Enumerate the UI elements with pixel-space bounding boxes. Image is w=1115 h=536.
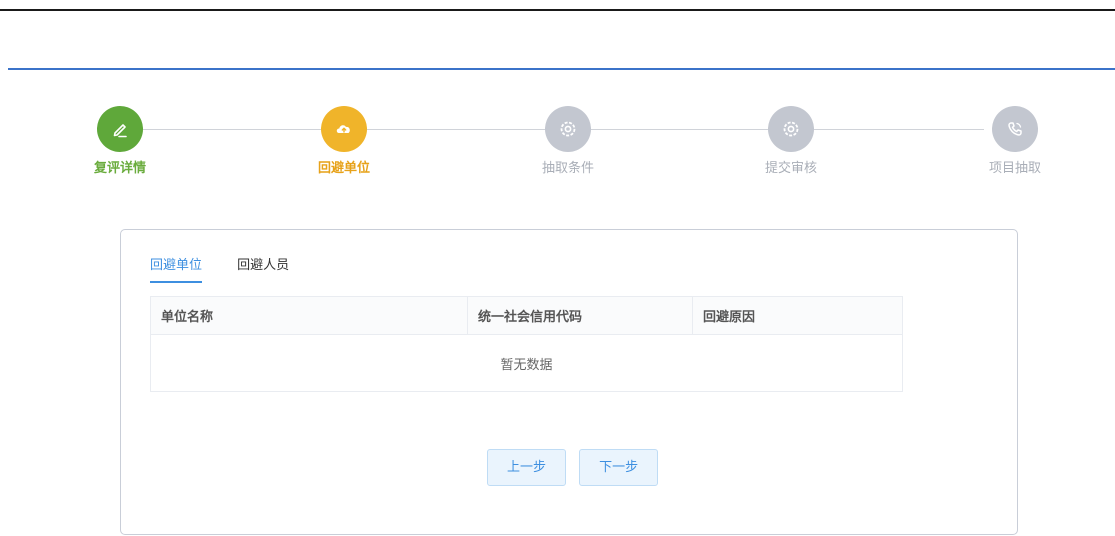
column-avoid-reason[interactable]: 回避原因 [692, 296, 903, 335]
header-divider [8, 68, 1115, 70]
step-label-3: 抽取条件 [541, 161, 594, 176]
gear-icon [560, 121, 576, 137]
tab-avoid-persons[interactable]: 回避人员 [237, 254, 289, 281]
table-empty-row: 暂无数据 [151, 335, 903, 392]
prev-step-button[interactable]: 上一步 [487, 449, 566, 486]
step-progress: 复评详情 回避单位 抽取条件 提交审核 项目抽取 [0, 106, 1115, 186]
step-project-extraction[interactable]: 项目抽取 [955, 106, 1075, 178]
step-circle-1 [97, 106, 143, 152]
step-circle-5 [992, 106, 1038, 152]
step-circle-2 [321, 106, 367, 152]
table-header-row: 单位名称 统一社会信用代码 回避原因 [150, 296, 903, 335]
column-unit-name[interactable]: 单位名称 [150, 296, 468, 335]
step-circle-4 [768, 106, 814, 152]
step-circle-3 [545, 106, 591, 152]
empty-data-text: 暂无数据 [500, 357, 553, 373]
step-label-2: 回避单位 [317, 161, 370, 176]
step-review-details[interactable]: 复评详情 [60, 106, 180, 178]
step-label-5: 项目抽取 [988, 161, 1041, 176]
tab-bar: 回避单位 回避人员 [150, 254, 319, 284]
pencil-icon [113, 124, 127, 138]
phone-icon [1008, 122, 1022, 136]
button-row: 上一步 下一步 [487, 449, 666, 486]
step-label-1: 复评详情 [93, 161, 146, 176]
top-divider [0, 9, 1115, 11]
next-step-button[interactable]: 下一步 [579, 449, 659, 486]
column-credit-code[interactable]: 统一社会信用代码 [467, 296, 693, 335]
content-panel: 回避单位 回避人员 单位名称 统一社会信用代码 回避原因 暂无数据 上一步 下一… [120, 229, 1018, 535]
gear-icon [783, 121, 799, 137]
avoid-units-table: 单位名称 统一社会信用代码 回避原因 暂无数据 [150, 296, 903, 392]
step-submit-review[interactable]: 提交审核 [731, 106, 851, 178]
tab-avoid-units[interactable]: 回避单位 [150, 254, 203, 283]
cloud-upload-icon [336, 125, 350, 133]
step-avoid-units[interactable]: 回避单位 [284, 106, 404, 178]
step-extraction-conditions[interactable]: 抽取条件 [508, 106, 628, 178]
step-label-4: 提交审核 [764, 161, 817, 176]
